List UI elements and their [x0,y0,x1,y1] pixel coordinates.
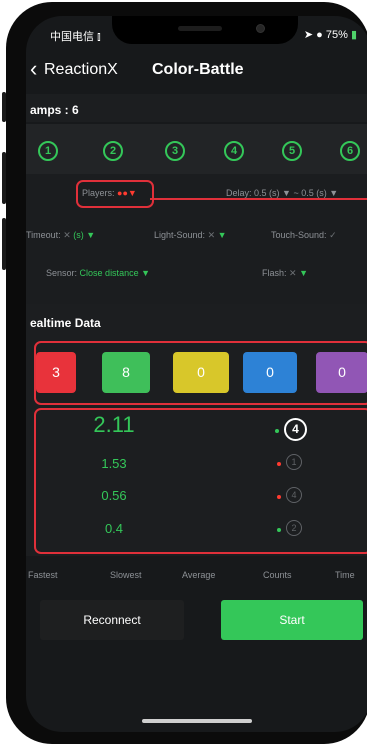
start-button[interactable]: Start [221,600,363,640]
players-dots: ●● [117,188,128,198]
camera [256,24,265,33]
time-value-3: 0.56 [101,488,127,503]
flash-label: Flash: [262,268,287,278]
time-value-2: 1.53 [101,456,127,471]
light-sound-off-icon: ✕ [207,230,216,240]
app-screen: 中国电信 ⫾ ➤ ● 75% ▮ ‹ ReactionX Color-Battl… [26,16,367,732]
delay-option[interactable]: Delay: 0.5 (s) ▼ ~ 0.5 (s) ▼ [226,188,338,198]
label-slowest: Slowest [110,570,142,580]
highlight-connector-line [150,198,367,200]
flash-off-icon: ✕ [289,268,297,278]
sensor-label: Sensor: [46,268,78,278]
lamp-marker-dot [277,462,281,466]
label-counts: Counts [263,570,292,580]
touch-sound-label: Touch-Sound: [271,230,327,240]
notch [112,16,298,44]
side-button [2,92,6,122]
label-average: Average [182,570,216,580]
score-player-yellow: 0 [173,352,229,393]
players-option[interactable]: Players: ●●▼ [82,188,137,198]
lamps-panel [26,124,367,174]
sensor-option[interactable]: Sensor: Close distance ▼ [46,268,150,278]
touch-sound-check-icon: ✓ [329,230,337,240]
reconnect-button[interactable]: Reconnect [40,600,184,640]
volume-up-button [2,152,6,204]
home-indicator[interactable] [142,719,252,723]
label-time: Time [335,570,355,580]
touch-sound-option[interactable]: Touch-Sound: ✓ [271,230,337,241]
lamp-marker-ring-icon: 2 [286,520,302,536]
flash-dropdown-icon[interactable]: ▼ [299,268,308,278]
volume-down-button [2,218,6,270]
sensor-dropdown[interactable]: Close distance ▼ [80,268,150,278]
lamp-3-button[interactable]: 3 [165,141,185,161]
stage: 中国电信 ⫾ ➤ ● 75% ▮ ‹ ReactionX Color-Battl… [0,0,367,747]
alarm-icon: ● [316,29,323,41]
flash-option[interactable]: Flash: ✕ ▼ [262,268,308,279]
battery-level: 75% [325,29,348,41]
score-player-green: 8 [102,352,150,393]
timeout-value[interactable]: (s) ▼ [73,230,95,240]
time-value-fastest: 2.11 [93,412,135,437]
time-value-4: 0.4 [104,521,124,536]
lamp-6-button[interactable]: 6 [340,141,360,161]
status-bar-right: ➤ ● 75% ▮ [304,28,357,41]
score-player-blue: 0 [243,352,297,393]
delay-value[interactable]: 0.5 (s) ▼ ~ 0.5 (s) ▼ [254,188,338,198]
lamps-title: amps : 6 [30,103,79,117]
lamp-1-button[interactable]: 1 [38,141,58,161]
lamp-marker-dot [277,495,281,499]
lamp-marker-dot [277,528,281,532]
timeout-off-icon: ✕ [63,230,71,240]
realtime-title: ealtime Data [30,316,101,330]
lamp-marker-ring-icon: 1 [286,454,302,470]
nav-bar: ‹ ReactionX Color-Battle [26,54,367,88]
delay-label: Delay: [226,188,252,198]
lamp-5-button[interactable]: 5 [282,141,302,161]
stats-labels-row: Fastest Slowest Average Counts Time [26,566,367,584]
timeout-label: Timeout: [26,230,61,240]
battery-icon: ▮ [350,29,357,41]
lamp-marker-ring-icon: 4 [284,418,307,441]
page-title: Color-Battle [152,61,244,78]
players-dropdown-icon[interactable]: ▼ [128,188,137,198]
lamp-4-button[interactable]: 4 [224,141,244,161]
status-bar-left: 中国电信 ⫾ [50,28,101,44]
phone-frame: 中国电信 ⫾ ➤ ● 75% ▮ ‹ ReactionX Color-Battl… [2,2,367,744]
players-label: Players: [82,188,115,198]
wifi-icon: ⫾ [97,31,101,43]
speaker [178,26,222,31]
score-player-purple: 0 [316,352,367,393]
carrier-label: 中国电信 [50,31,94,43]
timeout-option[interactable]: Timeout: ✕ (s) ▼ [26,230,95,241]
label-fastest: Fastest [28,570,58,580]
lamp-2-button[interactable]: 2 [103,141,123,161]
score-player-red: 3 [36,352,76,393]
lamp-marker-ring-icon: 4 [286,487,302,503]
light-sound-label: Light-Sound: [154,230,206,240]
location-icon: ➤ [303,29,314,41]
back-button[interactable]: ReactionX [44,61,118,79]
lamp-marker-dot [275,429,279,433]
light-sound-option[interactable]: Light-Sound: ✕ ▼ [154,230,227,241]
back-chevron-icon[interactable]: ‹ [30,58,37,80]
light-sound-dropdown-icon[interactable]: ▼ [218,230,227,240]
